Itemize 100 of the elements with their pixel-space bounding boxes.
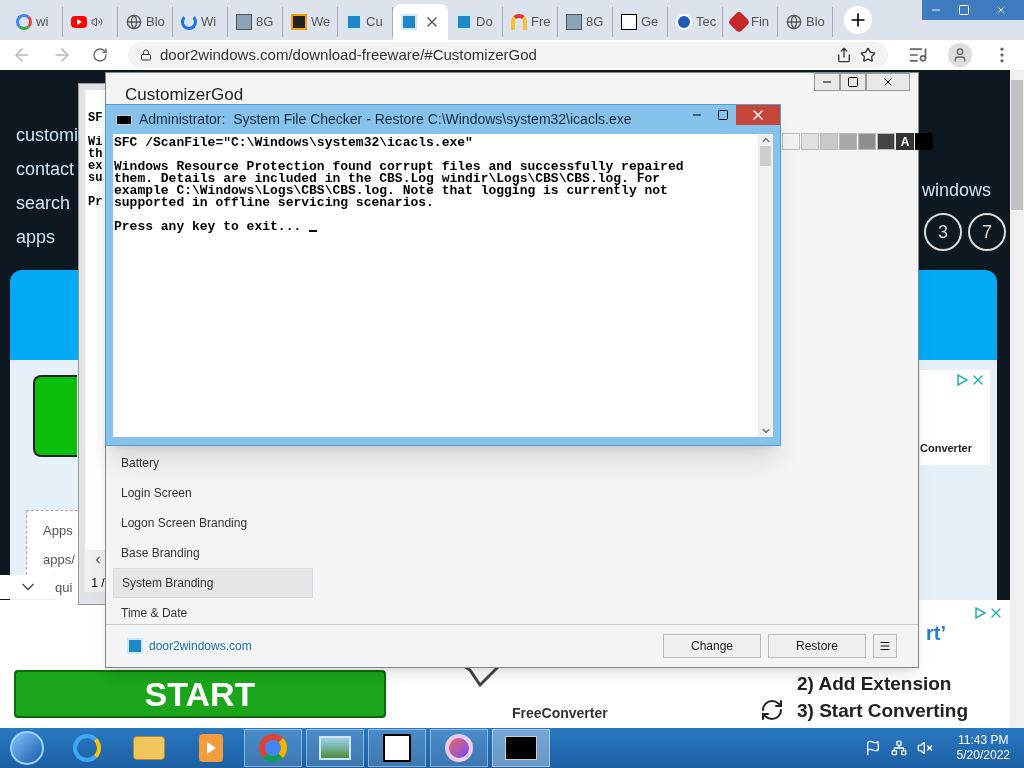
action-button[interactable]: Change — [663, 634, 761, 658]
menu-icon — [879, 640, 891, 652]
console-line: su — [88, 172, 104, 184]
category-item[interactable]: Logon Screen Branding — [113, 508, 313, 538]
action-button[interactable]: Restore — [768, 634, 866, 658]
window-title: CustomizerGod — [125, 84, 244, 106]
browser-tab[interactable]: Fre — [503, 7, 558, 37]
browser-tab[interactable]: Do — [448, 7, 503, 37]
nav-link[interactable]: contact — [16, 156, 78, 183]
browser-tab[interactable]: Tec — [668, 7, 723, 37]
color-swatch[interactable] — [915, 133, 933, 150]
console-line: th — [88, 148, 104, 160]
console-line: Wi — [88, 136, 104, 148]
category-item[interactable]: Battery — [113, 448, 313, 478]
app-logo-icon — [127, 638, 143, 654]
ad-text: Converter — [920, 441, 972, 456]
rainbow-icon — [511, 14, 527, 30]
terminal-icon — [116, 114, 132, 125]
reload-icon[interactable] — [92, 47, 108, 63]
star-icon[interactable] — [860, 47, 876, 63]
taskbar-button[interactable] — [368, 729, 426, 767]
network-icon[interactable] — [890, 740, 907, 756]
ring-icon — [16, 14, 32, 30]
browser-tab[interactable] — [393, 4, 448, 40]
maximize-button[interactable] — [840, 73, 866, 91]
ad-info-icon[interactable] — [957, 374, 968, 386]
page-indicator: 1 / — [91, 575, 105, 592]
address-field[interactable]: door2windows.com/download-freeware/#CustomizerGod — [128, 42, 888, 68]
browser-tab[interactable]: Blo — [118, 7, 173, 37]
swatch-label[interactable]: A — [896, 133, 914, 150]
color-swatch[interactable] — [782, 133, 800, 150]
browser-tab[interactable]: Cu — [338, 7, 393, 37]
globe-icon — [786, 14, 802, 30]
browser-tab[interactable]: wi — [8, 7, 63, 37]
console-line: example C:\Windows\Logs\CBS\CBS.log. Note that logging is currently not — [114, 185, 668, 197]
color-swatch[interactable] — [858, 133, 876, 150]
nav-link[interactable]: customi — [16, 122, 78, 149]
folder-icon — [133, 736, 165, 760]
console-line: Pr — [88, 196, 104, 208]
minimize-button[interactable] — [922, 0, 950, 20]
category-item[interactable]: Login Screen — [113, 478, 313, 508]
avatar-icon[interactable] — [948, 43, 972, 67]
browser-tab[interactable]: Fin — [723, 7, 778, 37]
browser-tab[interactable]: We — [283, 7, 338, 37]
console-line: supported in offline servicing scenarios. — [114, 197, 434, 209]
flag-icon[interactable] — [864, 740, 881, 756]
nav-link[interactable]: apps — [16, 224, 78, 251]
new-tab-button[interactable] — [844, 6, 872, 34]
play-icon — [71, 16, 87, 28]
media-control-icon[interactable] — [908, 45, 928, 65]
minimize-button[interactable] — [814, 73, 840, 91]
clock-date[interactable]: 5/20/2022 — [956, 748, 1010, 763]
muted-speaker-icon[interactable] — [916, 740, 933, 756]
menu-button[interactable] — [873, 634, 897, 658]
browser-tab[interactable]: Ge — [613, 7, 668, 37]
console-line: SFC /ScanFile="C:\Windows\system32\icacls.exe" — [114, 137, 473, 149]
browser-tab[interactable]: Blo — [778, 7, 833, 37]
chrome-icon — [259, 734, 287, 762]
terminal-icon — [505, 736, 537, 760]
category-item[interactable]: Time & Date — [113, 598, 313, 628]
console-line: Windows Resource Protection found corrupt files and successfully repaired — [114, 161, 684, 173]
version-badge[interactable]: 3 — [924, 213, 962, 251]
color-swatch[interactable] — [877, 133, 895, 150]
version-badge[interactable]: 7 — [968, 213, 1006, 251]
start-orb-icon[interactable] — [10, 731, 44, 765]
scrollbar-thumb[interactable] — [1011, 80, 1023, 210]
app-icon — [346, 14, 362, 30]
console-line: SF — [88, 112, 104, 124]
color-swatch[interactable] — [801, 133, 819, 150]
browser-tab[interactable]: 8G — [558, 7, 613, 37]
share-icon[interactable] — [836, 47, 852, 63]
website-link[interactable]: door2windows.com — [149, 637, 252, 655]
cta-button[interactable] — [33, 375, 77, 457]
close-icon — [995, 4, 1007, 16]
gear-icon — [445, 734, 473, 762]
category-item[interactable]: System Branding — [113, 568, 313, 598]
app-icon — [456, 14, 472, 30]
lock-icon — [140, 49, 152, 61]
app-icon — [401, 14, 417, 30]
color-swatch[interactable] — [839, 133, 857, 150]
color-swatch[interactable] — [820, 133, 838, 150]
step-text: 3) Start Converting — [797, 699, 969, 723]
box-text: Apps — [43, 522, 74, 540]
clock-time[interactable]: 11:43 PM — [958, 733, 1009, 748]
taskbar-button[interactable] — [492, 729, 550, 767]
start-button[interactable]: START — [14, 670, 386, 718]
monitor-icon — [236, 14, 252, 30]
archive-icon — [383, 734, 411, 762]
maximize-icon — [717, 109, 729, 121]
category-item[interactable]: Base Branding — [113, 538, 313, 568]
browser-tab[interactable]: Wi — [173, 7, 228, 37]
scrollbar-thumb[interactable] — [760, 146, 771, 166]
monitor-icon — [566, 14, 582, 30]
browser-tab[interactable]: 8G — [228, 7, 283, 37]
step-text: 2) Add Extension — [797, 672, 952, 696]
ad-info-icon[interactable] — [975, 607, 986, 619]
nav-link[interactable]: search — [16, 190, 78, 217]
console-line: them. Details are included in the CBS.Log windir\Logs\CBS\CBS.log. For — [114, 173, 661, 185]
brand-name: FreeConverter — [512, 704, 608, 723]
box-text: qui — [55, 578, 73, 597]
